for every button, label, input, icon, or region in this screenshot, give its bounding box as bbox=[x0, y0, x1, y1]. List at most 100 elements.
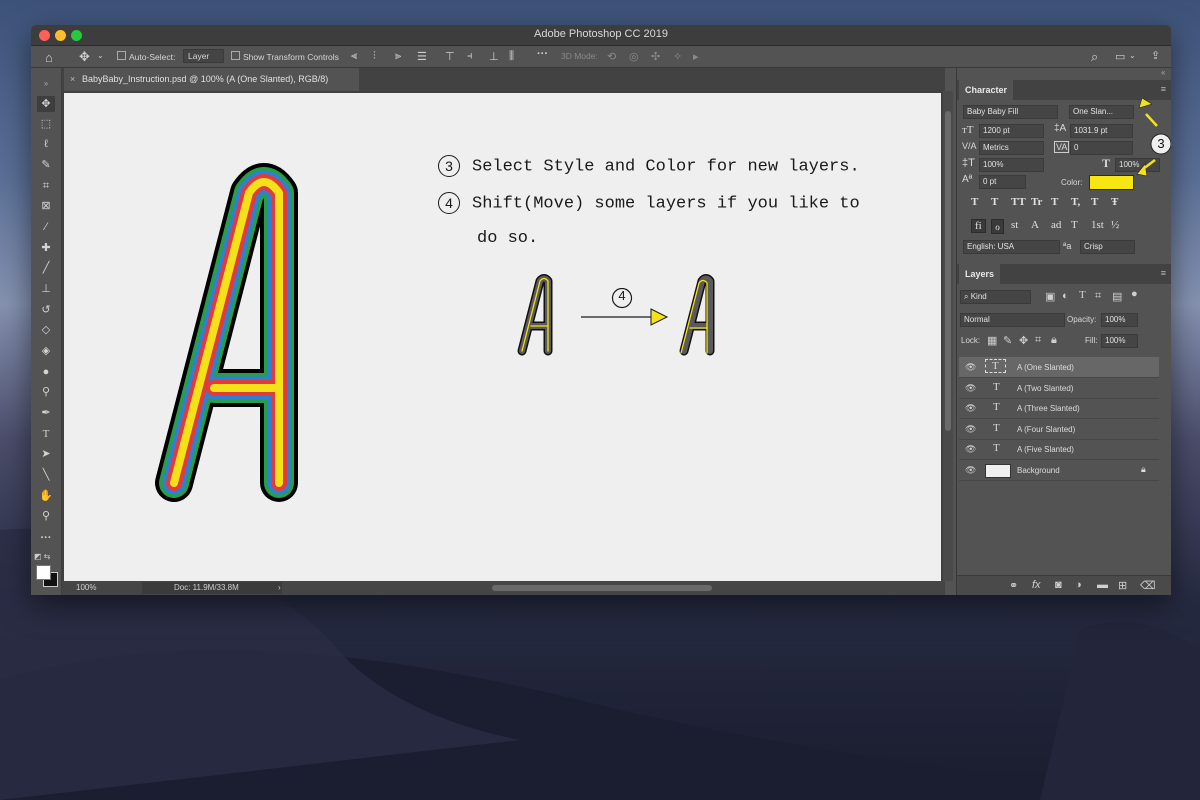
panel-menu-icon[interactable]: ≡ bbox=[1161, 84, 1166, 94]
group-icon[interactable]: ▬ bbox=[1097, 579, 1108, 591]
opacity-field[interactable]: 100% bbox=[1101, 313, 1138, 327]
filter-smart-object-icon[interactable]: ▤ bbox=[1112, 290, 1122, 303]
collapse-icon[interactable]: » bbox=[37, 76, 55, 92]
layer-filter-dropdown[interactable]: ⌕ Kind bbox=[960, 290, 1031, 304]
layers-tab[interactable]: Layers bbox=[959, 264, 1001, 284]
auto-select-checkbox[interactable]: Auto-Select: bbox=[117, 51, 175, 62]
history-brush-tool-icon[interactable]: ↺ bbox=[37, 302, 55, 318]
edit-toolbar-icon[interactable]: ··· bbox=[37, 530, 55, 546]
quick-select-tool-icon[interactable]: ✎ bbox=[37, 157, 55, 173]
distribute-vertical-icon[interactable]: ⫼ bbox=[509, 50, 514, 63]
visibility-eye-icon[interactable]: 👁︎ bbox=[965, 362, 976, 373]
align-bottom-icon[interactable]: ⊥ bbox=[489, 50, 499, 63]
auto-select-dropdown[interactable]: Layer bbox=[183, 49, 225, 63]
mask-icon[interactable]: ◙ bbox=[1055, 579, 1062, 591]
chevron-down-icon[interactable]: ⌄ bbox=[1129, 51, 1136, 60]
align-middle-icon[interactable]: ⫞ bbox=[467, 50, 473, 63]
zoom-level[interactable]: 100% bbox=[76, 583, 96, 592]
eraser-tool-icon[interactable]: ◇ bbox=[37, 322, 55, 338]
filter-toggle-icon[interactable]: ● bbox=[1131, 288, 1138, 300]
home-icon[interactable]: ⌂ bbox=[45, 50, 53, 65]
hand-tool-icon[interactable]: ✋ bbox=[37, 488, 55, 504]
filter-type-icon[interactable]: T bbox=[1079, 289, 1086, 301]
trash-icon[interactable]: ⌫ bbox=[1140, 579, 1156, 592]
lock-pixels-icon[interactable]: ✎ bbox=[1003, 334, 1012, 347]
line-tool-icon[interactable]: ╲ bbox=[37, 467, 55, 483]
font-style-dropdown[interactable]: One Slan... bbox=[1069, 105, 1134, 119]
visibility-eye-icon[interactable]: 👁︎ bbox=[965, 424, 976, 435]
faux-style-button[interactable]: T, bbox=[1071, 196, 1080, 208]
lasso-tool-icon[interactable]: ℓ bbox=[37, 136, 55, 152]
foreground-color-swatch[interactable] bbox=[36, 565, 51, 580]
clone-stamp-tool-icon[interactable]: ⊥ bbox=[37, 281, 55, 297]
align-center-icon[interactable]: ⫶ bbox=[373, 50, 376, 63]
path-select-tool-icon[interactable]: ➤ bbox=[37, 446, 55, 462]
default-colors-icon[interactable]: ◩ ⇆ bbox=[34, 552, 50, 561]
opentype-button[interactable]: A bbox=[1031, 219, 1039, 231]
lock-artboard-icon[interactable]: ⌗ bbox=[1035, 334, 1041, 347]
share-icon[interactable]: ⇪ bbox=[1151, 49, 1160, 62]
faux-style-button[interactable]: TT bbox=[1011, 196, 1026, 208]
new-layer-icon[interactable]: ⊞ bbox=[1118, 579, 1127, 592]
marquee-tool-icon[interactable]: ⬚ bbox=[37, 116, 55, 132]
3d-pan-icon[interactable]: ✣ bbox=[651, 50, 660, 63]
vertical-scrollbar[interactable] bbox=[943, 91, 953, 581]
zoom-tool-icon[interactable]: ⚲ bbox=[37, 508, 55, 524]
leading-field[interactable]: 1031.9 pt bbox=[1070, 124, 1133, 138]
font-size-field[interactable]: 1200 pt bbox=[979, 124, 1044, 138]
faux-style-button[interactable]: T bbox=[1091, 196, 1098, 208]
close-icon[interactable]: × bbox=[70, 74, 75, 84]
layer-row[interactable]: 👁︎ T A (Four Slanted) bbox=[959, 419, 1159, 440]
language-dropdown[interactable]: English: USA bbox=[963, 240, 1060, 254]
dodge-tool-icon[interactable]: ⚲ bbox=[37, 384, 55, 400]
crop-tool-icon[interactable]: ⌗ bbox=[37, 178, 55, 194]
text-color-swatch[interactable] bbox=[1089, 175, 1134, 190]
3d-roll-icon[interactable]: ◎ bbox=[629, 50, 639, 63]
layer-row[interactable]: 👁︎ T A (Three Slanted) bbox=[959, 398, 1159, 419]
opentype-button[interactable]: T bbox=[1071, 219, 1078, 231]
align-right-icon[interactable]: ⫸ bbox=[395, 50, 401, 63]
vertical-scroll-thumb[interactable] bbox=[945, 111, 951, 431]
filter-adjustment-icon[interactable]: ◐ bbox=[1062, 290, 1069, 302]
faux-style-button[interactable]: Ŧ bbox=[1111, 196, 1118, 208]
vertical-scale-field[interactable]: 100% bbox=[979, 158, 1044, 172]
collapse-panels-icon[interactable]: « bbox=[1161, 68, 1165, 77]
document-tab[interactable]: × BabyBaby_Instruction.psd @ 100% (A (On… bbox=[64, 68, 359, 91]
opentype-button[interactable]: ½ bbox=[1111, 219, 1119, 231]
document-canvas[interactable]: A 3 Select Style and Color for new layers… bbox=[64, 93, 941, 581]
filter-pixel-icon[interactable]: ▣ bbox=[1045, 290, 1055, 303]
adjustment-icon[interactable]: ◑ bbox=[1075, 579, 1082, 591]
move-tool-icon[interactable]: ✥ bbox=[37, 96, 55, 112]
antialias-dropdown[interactable]: Crisp bbox=[1080, 240, 1135, 254]
baseline-shift-field[interactable]: 0 pt bbox=[979, 175, 1026, 189]
chevron-down-icon[interactable]: ⌄ bbox=[97, 51, 104, 60]
character-tab[interactable]: Character bbox=[959, 80, 1014, 100]
3d-slide-icon[interactable]: ✧ bbox=[673, 50, 682, 63]
type-tool-icon[interactable]: T bbox=[37, 426, 55, 442]
lock-position-icon[interactable]: ✥ bbox=[1019, 334, 1028, 347]
layer-row[interactable]: 👁︎ T A (Two Slanted) bbox=[959, 378, 1159, 399]
distribute-icon[interactable]: ☰ bbox=[417, 50, 427, 63]
visibility-eye-icon[interactable]: 👁︎ bbox=[965, 444, 976, 455]
3d-orbit-icon[interactable]: ⟲ bbox=[607, 50, 616, 63]
tracking-field[interactable]: 0 bbox=[1070, 141, 1133, 155]
faux-style-button[interactable]: T bbox=[971, 196, 978, 208]
fill-field[interactable]: 100% bbox=[1101, 334, 1138, 348]
faux-style-button[interactable]: T bbox=[991, 196, 998, 208]
fx-icon[interactable]: fx bbox=[1032, 579, 1041, 591]
font-family-dropdown[interactable]: Baby Baby Fill bbox=[963, 105, 1058, 119]
search-icon[interactable]: ⌕ bbox=[1091, 49, 1098, 65]
faux-style-button[interactable]: Tr bbox=[1031, 196, 1042, 208]
blur-tool-icon[interactable]: ● bbox=[37, 364, 55, 380]
more-options-icon[interactable]: ··· bbox=[537, 48, 548, 60]
brush-tool-icon[interactable]: ╱ bbox=[37, 260, 55, 276]
healing-brush-tool-icon[interactable]: ✚ bbox=[37, 240, 55, 256]
horizontal-scroll-thumb[interactable] bbox=[492, 585, 712, 591]
visibility-eye-icon[interactable]: 👁︎ bbox=[965, 403, 976, 414]
frame-tool-icon[interactable]: ⊠ bbox=[37, 198, 55, 214]
opentype-button[interactable]: fi bbox=[971, 219, 986, 233]
visibility-eye-icon[interactable]: 👁︎ bbox=[965, 383, 976, 394]
layer-row[interactable]: 👁︎ 🔒︎ Background bbox=[959, 460, 1159, 481]
opentype-button[interactable]: ℴ bbox=[991, 219, 1005, 234]
lock-all-icon[interactable]: 🔒︎ bbox=[1051, 334, 1057, 347]
